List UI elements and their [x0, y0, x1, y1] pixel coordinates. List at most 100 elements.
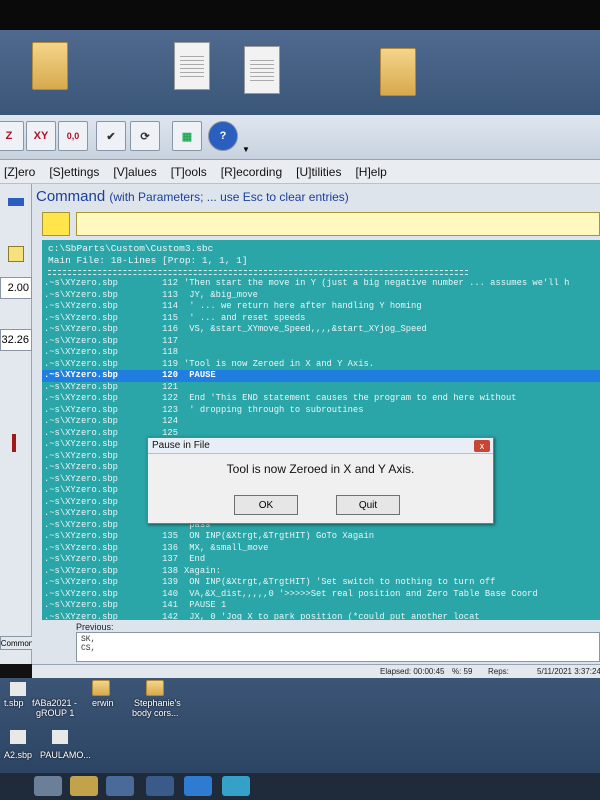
dropdown-arrow-icon[interactable]: ▼: [242, 145, 250, 154]
code-line[interactable]: .~s\XYzero.sbp 139 ON INP(&Xtrgt,&TrgtHIT…: [42, 577, 600, 589]
y-position-readout: 32.26: [0, 329, 32, 351]
code-line[interactable]: .~s\XYzero.sbp 118: [42, 347, 600, 359]
app-toolbar: Z XY 0,0 ✔ ⟳ ▦ ? ▼: [0, 115, 600, 160]
desktop-icon-label[interactable]: PAULAMO...: [40, 750, 91, 760]
code-line-file: .~s\XYzero.sbp: [44, 312, 118, 323]
code-line[interactable]: .~s\XYzero.sbp 137 End: [42, 554, 600, 566]
help-icon[interactable]: ?: [208, 121, 238, 151]
menu-tools[interactable]: [T]ools: [171, 165, 207, 179]
browser-icon[interactable]: [184, 776, 212, 796]
taskbar: [0, 773, 600, 800]
code-line[interactable]: .~s\XYzero.sbp 141 PAUSE 1: [42, 600, 600, 612]
desktop-icon-label[interactable]: t.sbp: [4, 698, 24, 708]
command-input[interactable]: [76, 212, 600, 236]
common-tab[interactable]: Common: [0, 636, 34, 650]
command-title-text: Command: [36, 188, 106, 205]
code-line[interactable]: .~s\XYzero.sbp 119 'Tool is now Zeroed in …: [42, 359, 600, 371]
separator: [48, 274, 468, 275]
code-line-number: 112: [162, 278, 178, 288]
code-line[interactable]: .~s\XYzero.sbp 113 JY, &big_move: [42, 290, 600, 302]
code-line[interactable]: .~s\XYzero.sbp 117: [42, 336, 600, 348]
code-line[interactable]: .~s\XYzero.sbp 124: [42, 416, 600, 428]
code-line[interactable]: .~s\XYzero.sbp 136 MX, &small_move: [42, 543, 600, 555]
code-line-file: .~s\XYzero.sbp: [44, 588, 118, 599]
folder-icon[interactable]: [32, 42, 68, 90]
desktop-icon-label[interactable]: A2.sbp: [4, 750, 32, 760]
taskbar-folder-icon[interactable]: [70, 776, 98, 796]
code-line-number: 114: [162, 301, 178, 311]
document-icon[interactable]: [174, 42, 210, 90]
desktop-icon-label[interactable]: gROUP 1: [36, 708, 74, 718]
close-icon[interactable]: x: [474, 440, 490, 452]
code-line[interactable]: .~s\XYzero.sbp 138 Xagain:: [42, 566, 600, 578]
code-line-file: .~s\XYzero.sbp: [44, 462, 118, 472]
code-line-text: JY, &big_move: [184, 289, 258, 300]
code-line[interactable]: .~s\XYzero.sbp 115 ' ... and reset speeds: [42, 313, 600, 325]
desktop-icon-label[interactable]: Stephanie's: [134, 698, 181, 708]
file-icon[interactable]: [10, 730, 26, 744]
code-line[interactable]: .~s\XYzero.sbp 142 JX, 0 'Jog X to park p…: [42, 612, 600, 621]
code-line-file: .~s\XYzero.sbp: [44, 542, 118, 553]
menu-settings[interactable]: [S]ettings: [49, 165, 99, 179]
dialog-message: Tool is now Zeroed in X and Y Axis.: [226, 462, 415, 476]
desktop-icon-label[interactable]: body cors...: [132, 708, 179, 718]
code-line-text: MX, &small_move: [184, 542, 269, 553]
code-line-number: 141: [162, 600, 178, 610]
code-line[interactable]: .~s\XYzero.sbp 121: [42, 382, 600, 394]
code-line-file: .~s\XYzero.sbp: [44, 600, 118, 610]
code-line[interactable]: .~s\XYzero.sbp 116 VS, &start_XYmove_Spee…: [42, 324, 600, 336]
panel-indicator: [8, 198, 24, 206]
desktop-icon-label[interactable]: fABa2021 -: [32, 698, 77, 708]
code-line[interactable]: .~s\XYzero.sbp 112 'Then start the move in…: [42, 278, 600, 290]
folder-icon[interactable]: [146, 680, 164, 696]
menu-help[interactable]: [H]elp: [355, 165, 386, 179]
file-icon[interactable]: [10, 682, 26, 696]
code-line-file: .~s\XYzero.sbp: [44, 450, 118, 461]
code-line-text: PAUSE: [184, 370, 216, 380]
document-icon[interactable]: [244, 46, 280, 94]
ok-button[interactable]: OK: [234, 495, 298, 515]
folder-icon[interactable]: [380, 48, 416, 96]
zero-z-button[interactable]: Z: [0, 121, 24, 151]
taskbar-app-icon[interactable]: [106, 776, 134, 796]
code-line-text: ' ... we return here after handling Y ho…: [184, 301, 422, 311]
menu-recording[interactable]: [R]ecording: [221, 165, 282, 179]
code-line[interactable]: .~s\XYzero.sbp 135 ON INP(&Xtrgt,&TrgtHIT…: [42, 531, 600, 543]
zero-xy-button[interactable]: XY: [26, 121, 56, 151]
code-line-file: .~s\XYzero.sbp: [44, 278, 118, 288]
code-line-file: .~s\XYzero.sbp: [44, 565, 118, 576]
code-line-number: 122: [162, 393, 178, 403]
previous-line: SK,: [81, 635, 96, 644]
code-line[interactable]: .~s\XYzero.sbp 122 End 'This END statemen…: [42, 393, 600, 405]
elapsed-time: Elapsed: 00:00:45: [380, 667, 445, 676]
code-line[interactable]: .~s\XYzero.sbp 114 ' ... we return here a…: [42, 301, 600, 313]
taskbar-app-icon[interactable]: [222, 776, 250, 796]
taskbar-app-icon[interactable]: [146, 776, 174, 796]
file-icon[interactable]: [52, 730, 68, 744]
goto-zero-button[interactable]: 0,0: [58, 121, 88, 151]
taskbar-app-icon[interactable]: [34, 776, 62, 796]
code-line-number: 118: [162, 347, 178, 357]
folder-icon[interactable]: [92, 680, 110, 696]
previous-commands: SK, CS,: [76, 632, 600, 662]
desktop-icon-label[interactable]: erwin: [92, 698, 114, 708]
code-line-file: .~s\XYzero.sbp: [44, 611, 118, 621]
menu-utilities[interactable]: [U]tilities: [296, 165, 341, 179]
menu-zero[interactable]: [Z]ero: [4, 165, 35, 179]
code-line[interactable]: .~s\XYzero.sbp 123 ' dropping through to …: [42, 405, 600, 417]
code-line-number: 142: [162, 611, 178, 621]
note-icon[interactable]: [8, 246, 24, 262]
code-line-file: .~s\XYzero.sbp: [44, 519, 118, 530]
code-line[interactable]: .~s\XYzero.sbp 120 PAUSE: [42, 370, 600, 382]
spreadsheet-icon[interactable]: ▦: [172, 121, 202, 151]
code-line-number: 124: [162, 416, 178, 426]
command-panel: Command (with Parameters; ... use Esc to…: [32, 184, 600, 664]
menu-values[interactable]: [V]alues: [113, 165, 156, 179]
checklist-icon[interactable]: ✔: [96, 121, 126, 151]
code-line[interactable]: .~s\XYzero.sbp 140 VA,&X_dist,,,,,0 '>>>>…: [42, 589, 600, 601]
code-line-file: .~s\XYzero.sbp: [44, 289, 118, 300]
code-line-number: 140: [162, 588, 178, 599]
quit-button[interactable]: Quit: [336, 495, 400, 515]
file-listing[interactable]: c:\SbParts\Custom\Custom3.sbc Main File:…: [42, 240, 600, 620]
refresh-icon[interactable]: ⟳: [130, 121, 160, 151]
